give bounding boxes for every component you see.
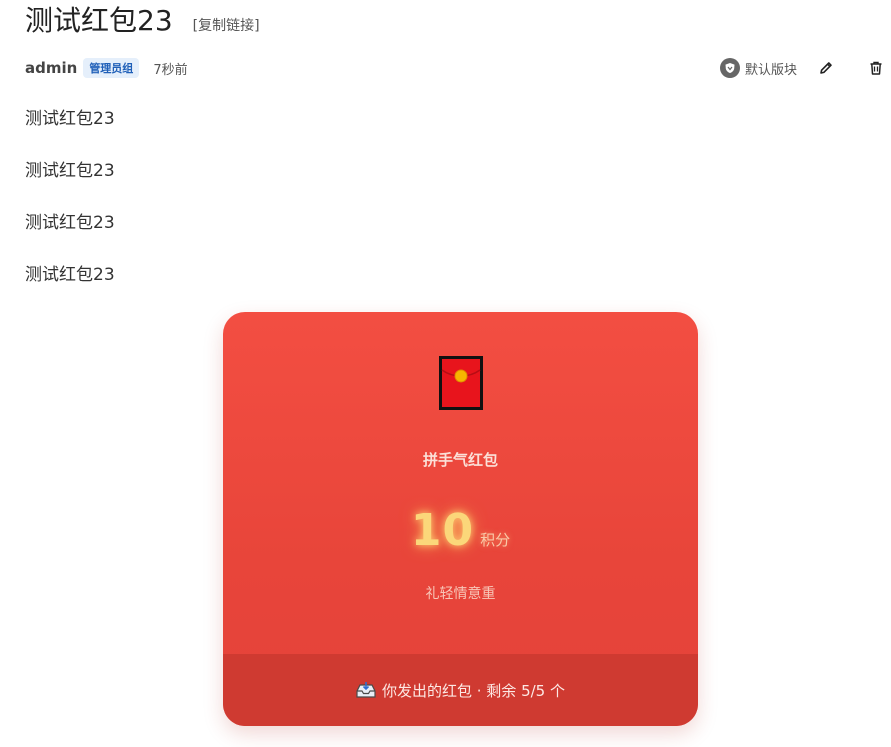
post-paragraph: 测试红包23	[25, 109, 115, 129]
copy-link-button[interactable]: [复制链接]	[193, 15, 260, 35]
trash-icon	[870, 61, 882, 75]
author-name[interactable]: admin	[25, 59, 77, 77]
red-packet-unit: 积分	[480, 531, 511, 549]
red-packet-type: 拼手气红包	[422, 451, 498, 469]
edit-button[interactable]	[815, 57, 837, 79]
red-packet-footer: 你发出的红包 · 剩余 5/5 个	[223, 654, 698, 726]
delete-button[interactable]	[865, 57, 887, 79]
red-packet-status: 你发出的红包 · 剩余 5/5 个	[382, 681, 565, 700]
pencil-icon	[820, 62, 832, 74]
red-envelope-icon	[439, 356, 483, 410]
moderate-forum-label: 默认版块	[744, 62, 797, 78]
shield-icon	[719, 58, 740, 78]
moderate-forum-button[interactable]: 默认版块	[719, 58, 797, 78]
red-packet-amount-row: 10 积分	[223, 505, 698, 556]
user-group-badge: 管理员组	[83, 58, 140, 78]
post-title: 测试红包23	[25, 4, 173, 37]
post-paragraph: 测试红包23	[25, 265, 115, 285]
post-actions: 默认版块	[719, 57, 891, 79]
post-meta: admin 管理员组 7秒前 默认版块	[25, 57, 891, 79]
red-packet-card[interactable]: 拼手气红包 10 积分 礼轻情意重 你发出的红包 · 剩余 5/5 个	[223, 312, 698, 726]
inbox-tray-icon	[356, 682, 376, 698]
red-packet-blessing: 礼轻情意重	[425, 586, 496, 602]
post-paragraph: 测试红包23	[25, 161, 115, 181]
post-paragraph: 测试红包23	[25, 213, 115, 233]
title-row: 测试红包23 [复制链接]	[25, 2, 260, 40]
red-packet-amount: 10	[410, 505, 475, 556]
post-time: 7秒前	[153, 62, 188, 78]
post-page: 测试红包23 [复制链接] admin 管理员组 7秒前 默认版块 测试红包23…	[0, 0, 891, 747]
